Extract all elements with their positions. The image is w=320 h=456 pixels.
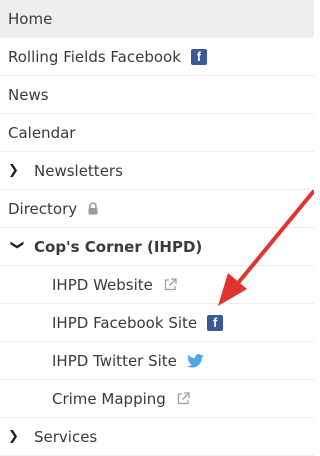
menu-item-newsletters[interactable]: ❯ Newsletters [0,152,314,190]
lock-icon [88,202,98,215]
menu-item-label: Directory [8,199,78,218]
menu-item-label: News [8,85,49,104]
chevron-right-icon: ❯ [8,163,19,178]
menu-item-label: Services [34,427,98,446]
menu-item-ihpd-facebook[interactable]: IHPD Facebook Site f [0,304,314,342]
chevron-down-icon: ❯ [9,239,25,251]
menu-item-label: Home [8,9,53,28]
twitter-icon [186,353,204,368]
menu-item-directory[interactable]: Directory [0,190,314,228]
chevron-right-icon: ❯ [8,429,19,444]
sidebar-menu: Home Rolling Fields Facebook f News Cale… [0,0,314,456]
facebook-icon: f [207,314,224,331]
menu-item-label: IHPD Facebook Site [52,313,198,332]
menu-item-label: IHPD Twitter Site [52,351,177,370]
menu-item-crime-mapping[interactable]: Crime Mapping [0,380,314,418]
menu-item-rolling-fields-facebook[interactable]: Rolling Fields Facebook f [0,38,314,76]
menu-item-ihpd-twitter[interactable]: IHPD Twitter Site [0,342,314,380]
menu-item-label: Crime Mapping [52,389,166,408]
menu-item-label: IHPD Website [52,275,153,294]
menu-item-cops-corner[interactable]: ❯ Cop's Corner (IHPD) [0,228,314,266]
menu-item-label: Calendar [8,123,76,142]
menu-item-news[interactable]: News [0,76,314,114]
menu-item-label: Newsletters [34,161,123,180]
menu-item-label: Cop's Corner (IHPD) [34,237,203,256]
menu-item-label: Rolling Fields Facebook [8,47,181,66]
menu-item-services[interactable]: ❯ Services [0,418,314,456]
facebook-icon: f [190,48,207,65]
menu-item-ihpd-website[interactable]: IHPD Website [0,266,314,304]
external-link-icon [177,392,190,405]
external-link-icon [164,278,177,291]
menu-item-calendar[interactable]: Calendar [0,114,314,152]
menu-item-home[interactable]: Home [0,0,314,38]
